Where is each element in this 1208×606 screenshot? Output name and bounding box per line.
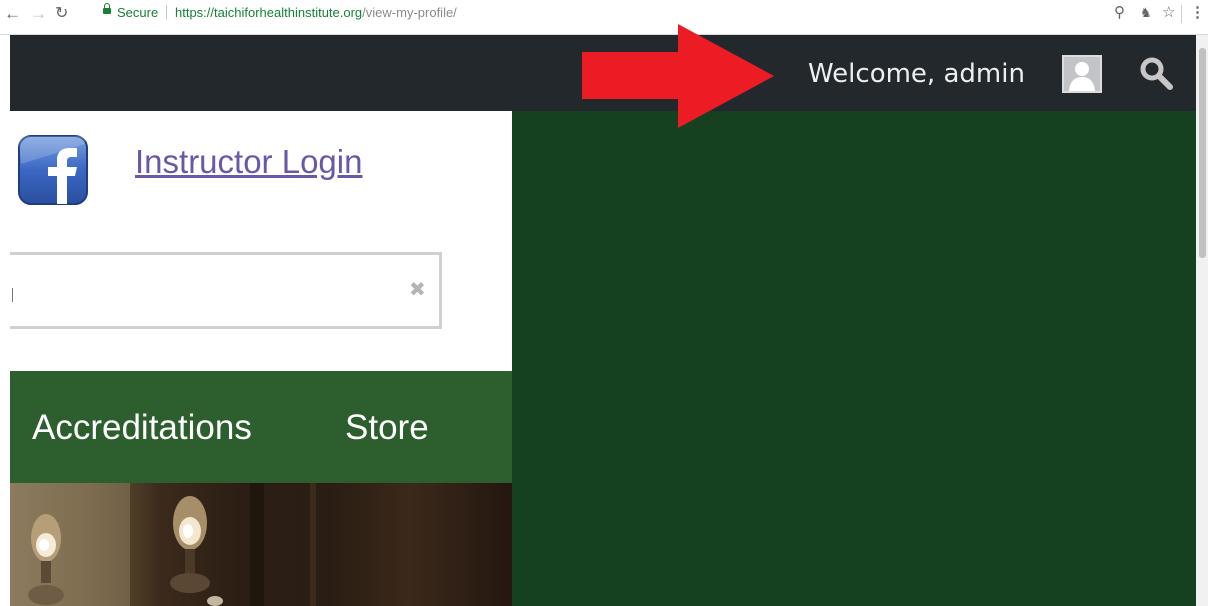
- red-arrow-icon: [582, 24, 776, 135]
- avatar[interactable]: [1062, 55, 1102, 93]
- reload-icon[interactable]: ↻: [55, 4, 68, 24]
- menu-icon[interactable]: ⋮: [1190, 4, 1205, 22]
- nav-item-store[interactable]: Store: [345, 407, 429, 449]
- zoom-icon[interactable]: ⚲: [1114, 4, 1125, 22]
- extension-icon[interactable]: ♞: [1140, 4, 1152, 22]
- back-icon[interactable]: ←: [4, 4, 21, 24]
- separator: [166, 5, 167, 20]
- left-edge: [0, 35, 10, 606]
- lock-icon: [103, 3, 111, 14]
- green-content-panel: [512, 111, 1196, 606]
- facebook-icon[interactable]: [17, 134, 89, 206]
- separator: [1181, 5, 1182, 23]
- search-icon[interactable]: [1138, 55, 1174, 96]
- url-field[interactable]: https://taichiforhealthinstitute.org/vie…: [175, 4, 457, 22]
- secure-label: Secure: [117, 5, 159, 20]
- url-path: /view-my-profile/: [362, 5, 457, 20]
- instructor-login-link[interactable]: Instructor Login: [135, 141, 362, 183]
- text-cursor: [12, 288, 13, 302]
- bookmark-star-icon[interactable]: ☆: [1162, 4, 1175, 22]
- user-silhouette-icon: [1064, 57, 1100, 91]
- clear-icon[interactable]: ✖: [409, 279, 426, 301]
- url-host: https://taichiforhealthinstitute.org: [175, 5, 363, 20]
- forward-icon[interactable]: →: [30, 4, 47, 24]
- nav-item-accreditations[interactable]: Accreditations: [32, 407, 252, 449]
- search-input[interactable]: [10, 252, 442, 329]
- banner-photo: [10, 483, 512, 606]
- scrollbar-thumb[interactable]: [1199, 48, 1206, 258]
- welcome-user-link[interactable]: Welcome, admin: [808, 57, 1025, 91]
